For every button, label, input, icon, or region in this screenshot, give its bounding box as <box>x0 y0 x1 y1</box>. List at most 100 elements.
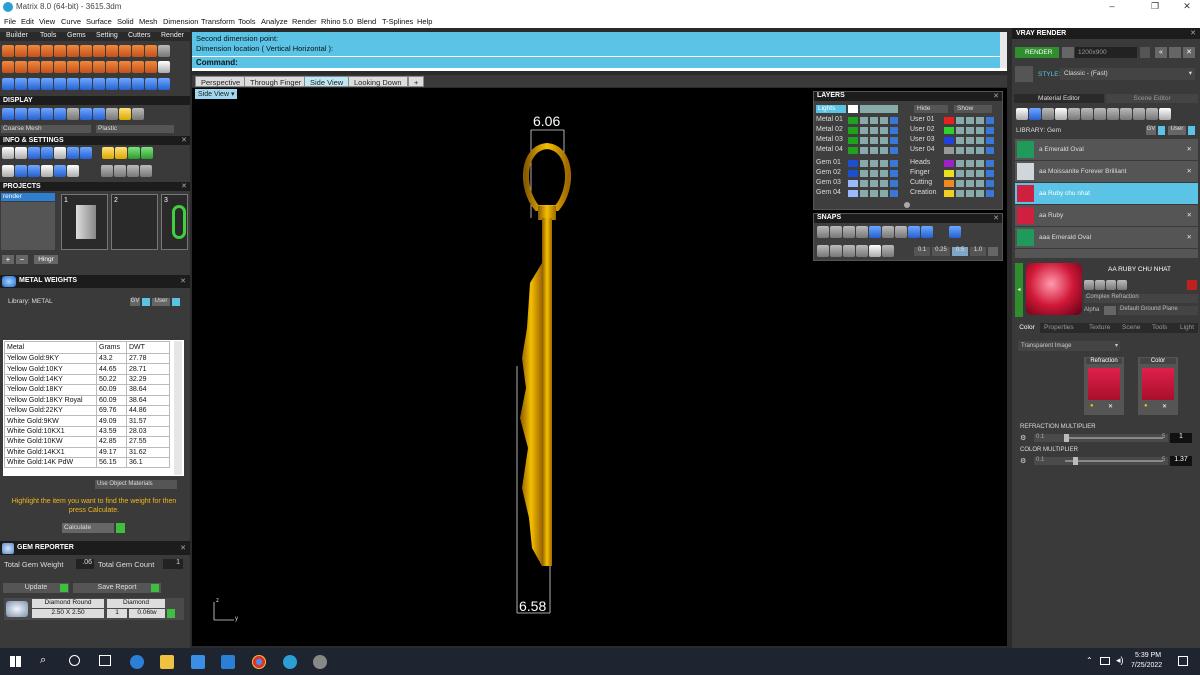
layer-toggle[interactable] <box>870 117 878 124</box>
col-metal[interactable]: Metal <box>4 341 97 354</box>
layer-toggle[interactable] <box>860 117 868 124</box>
mail-icon[interactable] <box>221 655 235 669</box>
snap-tan-icon[interactable] <box>908 226 920 238</box>
metal-sphere-icon[interactable] <box>93 108 105 120</box>
layer-toggle[interactable] <box>966 180 974 187</box>
cutter-icon[interactable] <box>119 45 131 57</box>
menu-file[interactable]: File <box>4 17 16 26</box>
layer-toggle[interactable] <box>880 190 888 197</box>
snap-near-icon[interactable] <box>830 226 842 238</box>
layer-toggle[interactable] <box>880 117 888 124</box>
tab-looking-down[interactable]: Looking Down <box>348 76 408 87</box>
close-button[interactable]: ✕ <box>1177 1 1197 12</box>
gem-icon[interactable] <box>67 45 79 57</box>
update-go-icon[interactable] <box>60 584 68 592</box>
explode-icon[interactable] <box>132 78 144 90</box>
color-slider-thumb[interactable] <box>1073 457 1078 465</box>
snap-value-025[interactable]: 0.25 <box>932 247 950 256</box>
pendant-icon[interactable] <box>145 45 157 57</box>
snap-value-01[interactable]: 0.1 <box>914 247 930 256</box>
tab-through-finger[interactable]: Through Finger <box>244 76 308 87</box>
gv-indicator[interactable] <box>1158 126 1165 135</box>
snap-ortho-icon[interactable] <box>817 245 829 257</box>
mirror-icon[interactable] <box>106 61 118 73</box>
layer-toggle[interactable] <box>986 127 994 134</box>
layer-color-swatch[interactable] <box>944 147 954 154</box>
clock-date[interactable]: 7/25/2022 <box>1131 662 1162 669</box>
panel-icon[interactable] <box>115 147 127 159</box>
menu-edit[interactable]: Edit <box>21 17 34 26</box>
layer-toggle[interactable] <box>986 190 994 197</box>
preview-collapse-icon[interactable]: ◂ <box>1015 263 1023 317</box>
snap-project-icon[interactable] <box>856 245 868 257</box>
color-multiplier-value[interactable]: 1.37 <box>1170 456 1192 466</box>
options-icon[interactable] <box>114 165 126 177</box>
lights-controls[interactable] <box>860 105 898 113</box>
project-item[interactable]: render <box>1 193 55 201</box>
object-icon[interactable] <box>15 165 27 177</box>
layer-toggle[interactable] <box>956 190 964 197</box>
close-icon[interactable]: ✕ <box>180 544 186 552</box>
layer-toggle[interactable] <box>966 170 974 177</box>
table-row[interactable]: White Gold:14K PdW 56.15 36.1 <box>4 456 170 469</box>
snap-value-05[interactable]: 0.5 <box>952 247 968 256</box>
layer-toggle[interactable] <box>986 170 994 177</box>
rectangle-icon[interactable] <box>67 78 79 90</box>
split-icon[interactable] <box>106 78 118 90</box>
gear-icon[interactable]: ⚙ <box>1020 434 1026 442</box>
render-button[interactable]: RENDER <box>1015 47 1059 58</box>
layer-toggle[interactable] <box>860 170 868 177</box>
gem-library-item-selected[interactable]: aa Ruby chu nhat <box>1015 183 1198 204</box>
layer-toggle[interactable] <box>956 170 964 177</box>
windows-start-icon[interactable] <box>10 656 21 667</box>
layer-toggle[interactable] <box>976 137 984 144</box>
hinge-button[interactable]: Hingr <box>34 255 58 264</box>
layer-row[interactable]: Metal 04 <box>816 146 843 155</box>
chevron-up-icon[interactable]: ⌃ <box>1086 656 1093 665</box>
tab-cutters[interactable]: Cutters <box>128 32 151 39</box>
edge-icon[interactable] <box>130 655 144 669</box>
snap-filter-icon[interactable] <box>882 245 894 257</box>
matte-sphere-icon[interactable] <box>106 108 118 120</box>
user-indicator[interactable] <box>172 298 180 306</box>
layer-toggle[interactable] <box>956 127 964 134</box>
ground-plane-select[interactable]: Default Ground Plane <box>1118 306 1198 315</box>
ghosted-icon[interactable] <box>41 108 53 120</box>
info-icon[interactable] <box>41 165 53 177</box>
table-row[interactable]: Yellow Gold:18KY 60.09 38.64 <box>4 384 170 396</box>
layer-row[interactable]: Creation <box>910 189 936 198</box>
layer-toggle[interactable] <box>870 127 878 134</box>
tab-tools[interactable]: Tools <box>40 32 56 39</box>
head-icon[interactable] <box>15 45 27 57</box>
render-settings-icon[interactable] <box>1062 47 1074 58</box>
layer-toggle[interactable] <box>976 117 984 124</box>
tab-gems[interactable]: Gems <box>67 32 86 39</box>
texture-icon[interactable] <box>1120 108 1132 120</box>
offset-icon[interactable] <box>80 78 92 90</box>
layer-toggle[interactable] <box>976 127 984 134</box>
layer-row[interactable]: Cutting <box>910 179 932 188</box>
layer-toggle[interactable] <box>890 147 898 154</box>
layer-row[interactable]: Gem 04 <box>816 189 841 198</box>
lighting-icon[interactable] <box>132 108 144 120</box>
add-project-button[interactable]: + <box>2 255 14 264</box>
preview-option-icon[interactable] <box>1117 280 1127 290</box>
table-row[interactable]: Yellow Gold:18KY Royal 60.09 38.64 <box>4 394 170 406</box>
close-icon[interactable]: ✕ <box>993 214 999 222</box>
ring-icon[interactable] <box>132 45 144 57</box>
tab-setting[interactable]: Setting <box>96 32 118 39</box>
layer-toggle[interactable] <box>956 147 964 154</box>
tab-texture[interactable]: Texture <box>1089 324 1110 331</box>
snap-planar-icon[interactable] <box>830 245 842 257</box>
boolean-icon[interactable] <box>132 61 144 73</box>
layer-toggle[interactable] <box>870 180 878 187</box>
layer-color-swatch[interactable] <box>944 160 954 167</box>
layer-toggle[interactable] <box>986 160 994 167</box>
menu-surface[interactable]: Surface <box>86 17 112 26</box>
gold-sphere-icon[interactable] <box>119 108 131 120</box>
table-row[interactable]: Yellow Gold:10KY 44.65 28.71 <box>4 363 170 375</box>
layer-toggle[interactable] <box>890 160 898 167</box>
layer-color-swatch[interactable] <box>848 137 858 144</box>
frame-icon[interactable] <box>1169 47 1181 58</box>
layer-color-swatch[interactable] <box>944 127 954 134</box>
